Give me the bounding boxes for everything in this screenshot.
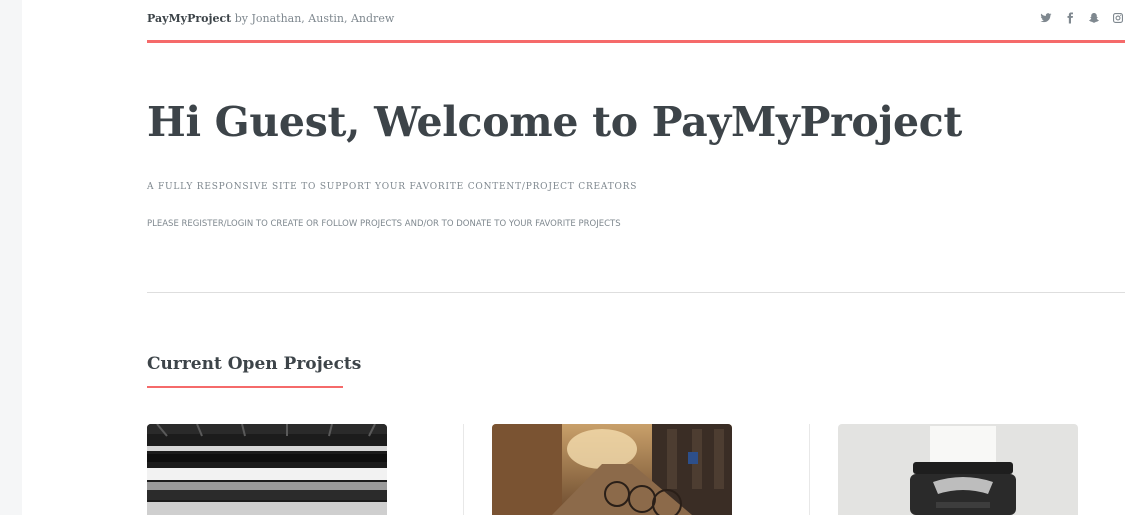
section-heading: Current Open Projects — [147, 354, 362, 374]
instagram-icon[interactable] — [1111, 11, 1125, 25]
twitter-icon[interactable] — [1039, 11, 1053, 25]
hero-note: PLEASE REGISTER/LOGIN TO CREATE OR FOLLO… — [147, 219, 621, 229]
page-title: Hi Guest, Welcome to PayMyProject — [147, 98, 963, 146]
sidebar-collapsed — [0, 0, 22, 515]
project-card-image-street[interactable] — [492, 424, 732, 515]
section-heading-underline — [147, 386, 343, 388]
site-byline: by Jonathan, Austin, Andrew — [231, 12, 395, 25]
site-logo[interactable]: PayMyProject by Jonathan, Austin, Andrew — [147, 12, 394, 25]
hero-tagline: A FULLY RESPONSIVE SITE TO SUPPORT YOUR … — [147, 182, 638, 192]
snapchat-icon[interactable] — [1087, 11, 1101, 25]
card-separator — [809, 424, 810, 515]
card-separator — [463, 424, 464, 515]
project-card-image-subway[interactable] — [147, 424, 387, 515]
section-divider — [147, 292, 1125, 293]
facebook-icon[interactable] — [1063, 11, 1077, 25]
site-header: PayMyProject by Jonathan, Austin, Andrew — [147, 0, 1125, 43]
social-icons — [1039, 11, 1125, 25]
site-name: PayMyProject — [147, 12, 232, 25]
project-card-image-typewriter[interactable] — [838, 424, 1078, 515]
